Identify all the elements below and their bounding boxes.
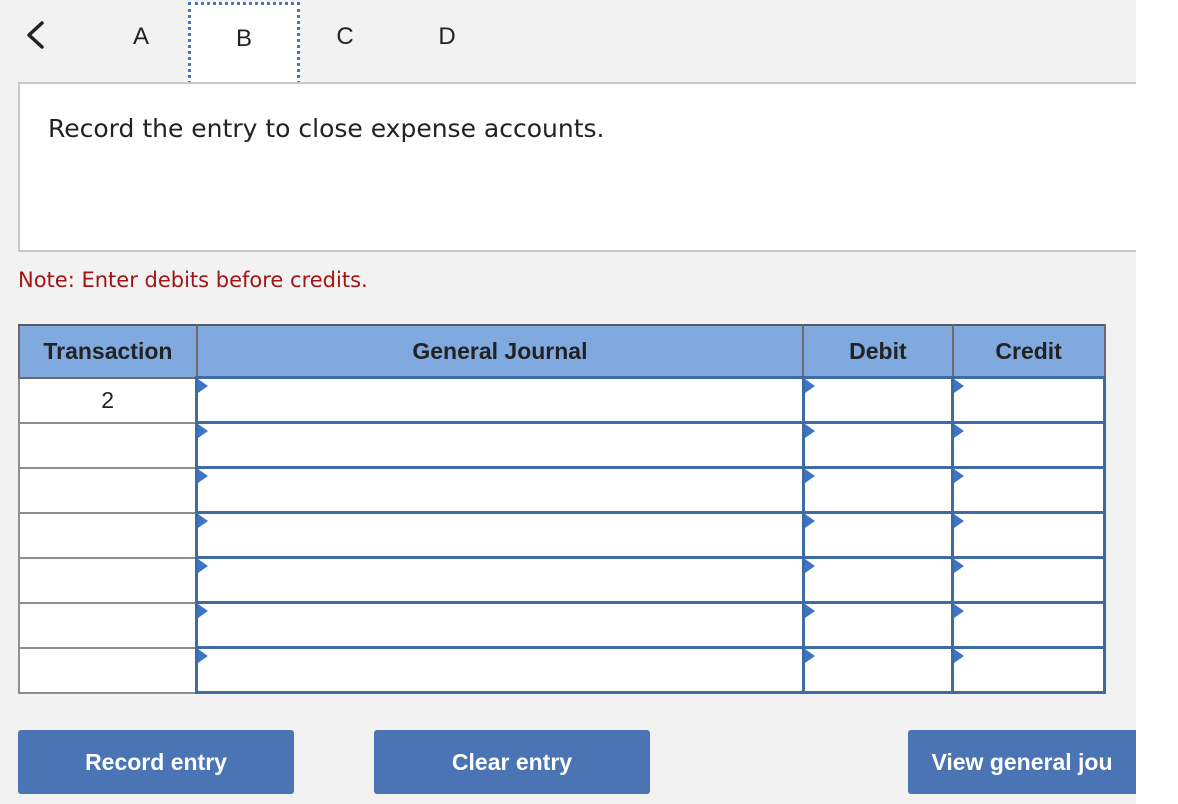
journal-cell[interactable] — [195, 511, 805, 559]
credit-input[interactable] — [954, 424, 1103, 466]
journal-cell[interactable] — [195, 646, 805, 694]
debit-input[interactable] — [804, 514, 952, 556]
cell-marker-icon — [804, 424, 815, 438]
transaction-cell — [18, 421, 198, 469]
credit-cell[interactable] — [951, 511, 1106, 559]
general-journal-table: Transaction General Journal Debit Credit… — [18, 324, 1106, 694]
credit-cell[interactable] — [951, 646, 1106, 694]
credit-cell[interactable] — [951, 376, 1106, 424]
debit-input[interactable] — [804, 424, 952, 466]
journal-account-input[interactable] — [198, 604, 802, 646]
credit-cell[interactable] — [951, 556, 1106, 604]
journal-account-input[interactable] — [198, 424, 802, 466]
journal-account-input[interactable] — [198, 649, 802, 691]
journal-account-input[interactable] — [198, 379, 802, 421]
debit-input[interactable] — [804, 559, 952, 601]
table-row — [18, 511, 1106, 559]
credit-input[interactable] — [954, 514, 1103, 556]
header-transaction: Transaction — [18, 324, 198, 379]
cell-marker-icon — [804, 649, 815, 663]
debit-cell[interactable] — [801, 601, 955, 649]
transaction-cell — [18, 556, 198, 604]
transaction-cell — [18, 601, 198, 649]
credit-cell[interactable] — [951, 601, 1106, 649]
cell-marker-icon — [954, 469, 965, 483]
cell-marker-icon — [198, 469, 209, 483]
credit-input[interactable] — [954, 379, 1103, 421]
question-text: Record the entry to close expense accoun… — [48, 114, 605, 143]
debit-cell[interactable] — [801, 421, 955, 469]
journal-cell[interactable] — [195, 466, 805, 514]
debit-cell[interactable] — [801, 646, 955, 694]
tab-b[interactable]: B — [188, 2, 300, 91]
debit-input[interactable] — [804, 379, 952, 421]
tab-c[interactable]: C — [330, 20, 360, 54]
cell-marker-icon — [954, 379, 965, 393]
cell-marker-icon — [198, 514, 209, 528]
journal-cell[interactable] — [195, 556, 805, 604]
debit-input[interactable] — [804, 469, 952, 511]
cell-marker-icon — [804, 379, 815, 393]
credit-cell[interactable] — [951, 466, 1106, 514]
cell-marker-icon — [804, 469, 815, 483]
transaction-cell — [18, 511, 198, 559]
journal-account-input[interactable] — [198, 514, 802, 556]
table-row — [18, 601, 1106, 649]
cell-marker-icon — [954, 424, 965, 438]
debit-cell[interactable] — [801, 466, 955, 514]
cell-marker-icon — [198, 559, 209, 573]
cell-marker-icon — [198, 604, 209, 618]
question-box: Record the entry to close expense accoun… — [18, 82, 1136, 252]
cell-marker-icon — [198, 424, 209, 438]
view-general-journal-button[interactable]: View general jou — [908, 730, 1136, 794]
cell-marker-icon — [804, 559, 815, 573]
header-debit: Debit — [802, 324, 954, 379]
tab-d[interactable]: D — [432, 20, 462, 54]
cell-marker-icon — [954, 559, 965, 573]
debit-input[interactable] — [804, 604, 952, 646]
journal-cell[interactable] — [195, 601, 805, 649]
cell-marker-icon — [198, 379, 209, 393]
journal-account-input[interactable] — [198, 469, 802, 511]
transaction-cell — [18, 466, 198, 514]
cell-marker-icon — [954, 514, 965, 528]
transaction-cell — [18, 646, 198, 694]
cell-marker-icon — [954, 649, 965, 663]
content-panel: A B C D Record the entry to close expens… — [0, 0, 1136, 804]
record-entry-button[interactable]: Record entry — [18, 730, 294, 794]
transaction-cell: 2 — [18, 376, 198, 424]
cell-marker-icon — [804, 514, 815, 528]
journal-account-input[interactable] — [198, 559, 802, 601]
debit-cell[interactable] — [801, 556, 955, 604]
note-text: Note: Enter debits before credits. — [18, 268, 368, 292]
credit-input[interactable] — [954, 559, 1103, 601]
header-general-journal: General Journal — [195, 324, 805, 379]
table-row — [18, 421, 1106, 469]
clear-entry-button[interactable]: Clear entry — [374, 730, 650, 794]
journal-cell[interactable] — [195, 421, 805, 469]
header-credit: Credit — [951, 324, 1106, 379]
credit-input[interactable] — [954, 649, 1103, 691]
debit-input[interactable] — [804, 649, 952, 691]
journal-cell[interactable] — [195, 376, 805, 424]
back-chevron-icon[interactable] — [22, 20, 52, 50]
table-row: 2 — [18, 376, 1106, 424]
debit-cell[interactable] — [801, 376, 955, 424]
cell-marker-icon — [954, 604, 965, 618]
debit-cell[interactable] — [801, 511, 955, 559]
table-header-row: Transaction General Journal Debit Credit — [18, 324, 1106, 379]
credit-input[interactable] — [954, 469, 1103, 511]
credit-cell[interactable] — [951, 421, 1106, 469]
tab-a[interactable]: A — [126, 20, 156, 54]
table-row — [18, 556, 1106, 604]
table-row — [18, 466, 1106, 514]
cell-marker-icon — [198, 649, 209, 663]
credit-input[interactable] — [954, 604, 1103, 646]
table-row — [18, 646, 1106, 694]
cell-marker-icon — [804, 604, 815, 618]
